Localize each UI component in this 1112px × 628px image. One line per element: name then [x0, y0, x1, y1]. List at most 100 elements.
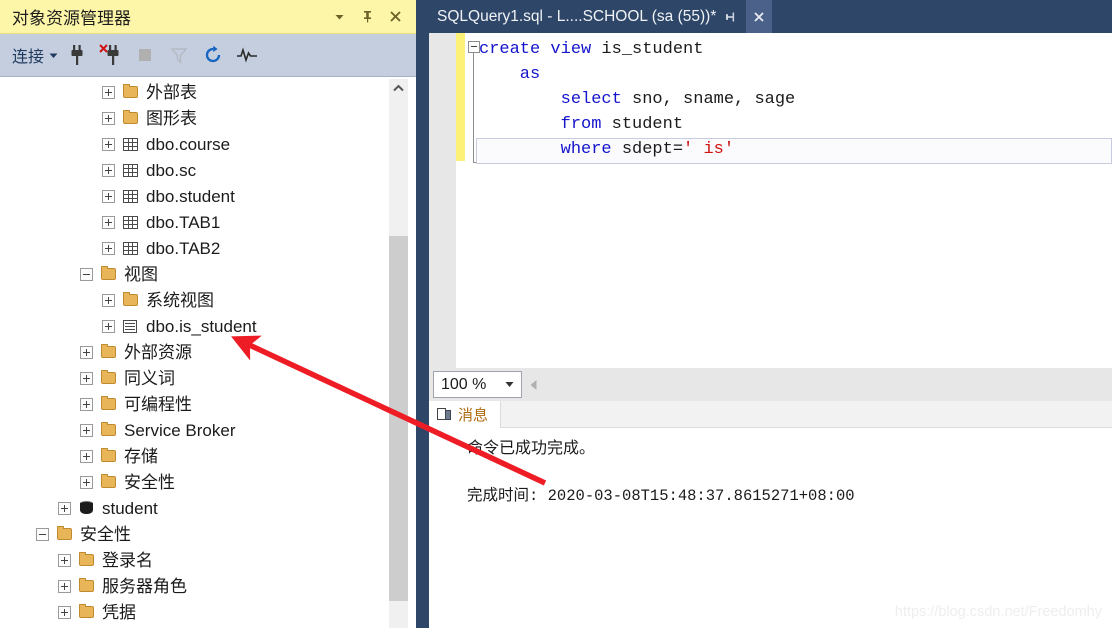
collapse-icon[interactable] — [36, 527, 49, 541]
message-text: 命令已成功完成。 — [467, 440, 596, 457]
tree-item-9[interactable]: 系统视图 — [0, 287, 390, 313]
folder-icon — [99, 370, 117, 386]
expand-icon[interactable] — [58, 579, 71, 593]
editor-zoom-bar: 100 % — [429, 368, 1112, 401]
tree-item-20[interactable]: 服务器角色 — [0, 573, 390, 599]
tree-item-label: 安全性 — [124, 472, 175, 492]
tree-item-8[interactable]: 视图 — [0, 261, 390, 287]
tab-messages[interactable]: 消息 — [429, 401, 502, 428]
folder-icon — [99, 396, 117, 412]
scroll-left-icon[interactable] — [524, 371, 542, 398]
tree-item-label: 系统视图 — [146, 290, 214, 310]
expand-icon[interactable] — [80, 397, 93, 411]
folder-glyph — [100, 448, 116, 462]
expand-icon[interactable] — [80, 475, 93, 489]
tab-sqlquery1[interactable]: SQLQuery1.sql - L....SCHOOL (sa (55))* — [429, 0, 777, 33]
expand-icon[interactable] — [102, 319, 115, 333]
watermark: https://blog.csdn.net/Freedomhy — [894, 604, 1102, 620]
object-explorer-tree[interactable]: 外部表 图形表 dbo.course dbo.sc dbo.student dbo.TAB… — [0, 77, 416, 628]
code-line-2: as — [479, 62, 795, 87]
close-icon[interactable] — [382, 4, 408, 30]
tree-item-15[interactable]: 存储 — [0, 443, 390, 469]
code-line-3: select sno, sname, sage — [479, 87, 796, 112]
tree-item-16[interactable]: 安全性 — [0, 469, 390, 495]
expand-icon[interactable] — [102, 137, 115, 151]
tree-item-4[interactable]: dbo.sc — [0, 157, 390, 183]
tree-item-17[interactable]: student — [0, 495, 390, 521]
chevron-down-icon[interactable] — [326, 4, 352, 30]
code-line-5: where sdept=' is' — [479, 137, 795, 162]
folder-icon — [99, 344, 117, 360]
expand-icon[interactable] — [102, 215, 115, 229]
tree-scrollbar[interactable] — [389, 79, 408, 628]
tree-item-6[interactable]: dbo.TAB1 — [0, 209, 390, 235]
expand-icon[interactable] — [80, 371, 93, 385]
panel-divider[interactable] — [416, 0, 429, 628]
expand-icon[interactable] — [102, 163, 115, 177]
table-glyph — [122, 163, 138, 177]
activity-monitor-icon[interactable] — [232, 40, 262, 70]
table-glyph — [122, 137, 138, 151]
folder-glyph — [100, 474, 116, 488]
expand-icon[interactable] — [58, 605, 71, 619]
tree-item-12[interactable]: 同义词 — [0, 365, 390, 391]
expand-icon[interactable] — [102, 241, 115, 255]
expand-icon[interactable] — [80, 345, 93, 359]
messages-body: 命令已成功完成。 完成时间: 2020-03-08T15:48:37.86152… — [429, 428, 1112, 509]
code-text[interactable]: create view is_student as select sno, sn… — [479, 37, 795, 162]
stop-icon — [130, 40, 160, 70]
zoom-level-select[interactable]: 100 % — [433, 371, 522, 398]
expand-icon[interactable] — [102, 293, 115, 307]
expand-icon[interactable] — [102, 85, 115, 99]
tree-item-label: student — [102, 498, 158, 518]
expand-icon[interactable] — [80, 449, 93, 463]
tree-item-3[interactable]: dbo.course — [0, 131, 390, 157]
panel-title: 对象资源管理器 — [12, 9, 131, 28]
code-token: ' is' — [683, 140, 735, 159]
sql-code-editor[interactable]: create view is_student as select sno, sn… — [429, 33, 1112, 368]
pin-icon[interactable] — [354, 4, 380, 30]
filter-icon[interactable] — [164, 40, 194, 70]
refresh-icon[interactable] — [198, 40, 228, 70]
tree-item-11[interactable]: 外部资源 — [0, 339, 390, 365]
expand-icon[interactable] — [80, 423, 93, 437]
code-token: student — [611, 115, 684, 134]
tree-item-10[interactable]: dbo.is_student — [0, 313, 390, 339]
tree-item-19[interactable]: 登录名 — [0, 547, 390, 573]
tree-item-13[interactable]: 可编程性 — [0, 391, 390, 417]
completion-time-value: 2020-03-08T15:48:37.8615271+08:00 — [547, 487, 855, 505]
expand-icon[interactable] — [58, 553, 71, 567]
db-icon — [77, 500, 95, 516]
editor-tab-strip: SQLQuery1.sql - L....SCHOOL (sa (55))* — [429, 0, 1112, 33]
folder-icon — [99, 448, 117, 464]
tab-close-icon[interactable] — [746, 0, 773, 33]
folder-glyph — [100, 370, 116, 384]
tree-item-7[interactable]: dbo.TAB2 — [0, 235, 390, 261]
connect-icon[interactable] — [62, 40, 92, 70]
tree-item-label: dbo.student — [146, 186, 235, 206]
scrollbar-thumb[interactable] — [389, 236, 408, 601]
expand-icon[interactable] — [102, 189, 115, 203]
folder-icon — [77, 604, 95, 620]
object-explorer-toolbar: 连接 — [0, 34, 416, 77]
scroll-up-icon[interactable] — [389, 79, 408, 98]
tree-item-14[interactable]: Service Broker — [0, 417, 390, 443]
expand-icon[interactable] — [58, 501, 71, 515]
expand-icon[interactable] — [102, 111, 115, 125]
tree-item-1[interactable]: 外部表 — [0, 79, 390, 105]
table-glyph — [122, 189, 138, 203]
tree-item-5[interactable]: dbo.student — [0, 183, 390, 209]
tree-item-label: 安全性 — [80, 524, 131, 544]
folder-glyph — [122, 84, 138, 98]
results-tab-strip: 消息 — [429, 401, 1112, 428]
object-explorer-panel: 对象资源管理器 连接 外部表 图形表 dbo.course dbo.sc dbo… — [0, 0, 416, 628]
disconnect-icon[interactable] — [96, 40, 126, 70]
tree-item-21[interactable]: 凭据 — [0, 599, 390, 625]
tree-item-18[interactable]: 安全性 — [0, 521, 390, 547]
connect-button-label: 连接 — [12, 49, 45, 66]
tab-pin-icon[interactable] — [718, 0, 744, 33]
code-fold-line — [473, 53, 479, 163]
tree-item-2[interactable]: 图形表 — [0, 105, 390, 131]
collapse-icon[interactable] — [80, 267, 93, 281]
connect-button[interactable]: 连接 — [12, 43, 58, 67]
